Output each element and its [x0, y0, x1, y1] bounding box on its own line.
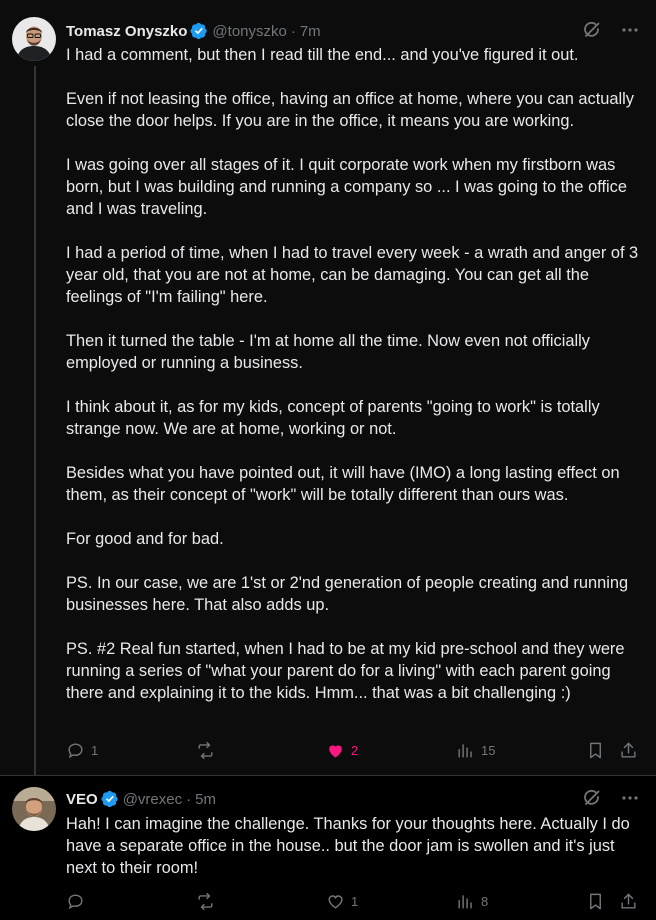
views-button[interactable]: 8 [456, 892, 516, 911]
timestamp[interactable]: 7m [300, 23, 321, 40]
tweet-extra-actions [586, 741, 638, 760]
like-button[interactable]: 1 [326, 892, 386, 911]
share-icon[interactable] [619, 892, 638, 911]
views-count: 8 [481, 893, 489, 909]
tweet-header: VEO @vrexec · 5m [66, 787, 586, 811]
share-icon[interactable] [619, 741, 638, 760]
repost-icon [198, 892, 213, 910]
bookmark-icon[interactable] [586, 741, 605, 760]
repost-button[interactable] [196, 741, 256, 760]
tweet-top-actions [582, 20, 640, 40]
tweet-1[interactable]: Tomasz Onyszko @tonyszko · 7m I had a co… [0, 0, 656, 788]
author-name[interactable]: VEO [66, 791, 98, 808]
like-count: 1 [351, 893, 359, 909]
verified-badge-icon [101, 790, 119, 808]
timestamp[interactable]: 5m [195, 791, 216, 808]
more-icon[interactable] [620, 788, 640, 808]
tweet-header: Tomasz Onyszko @tonyszko · 7m [66, 19, 586, 43]
reply-icon [68, 893, 83, 909]
avatar[interactable] [12, 787, 56, 831]
tweet-paragraph: I had a period of time, when I had to tr… [66, 244, 643, 306]
tweet-paragraph: For good and for bad. [66, 530, 224, 548]
separator-dot: · [186, 790, 192, 808]
author-handle[interactable]: @vrexec [123, 791, 182, 808]
repost-icon [198, 741, 213, 759]
tweet-paragraph: PS. In our case, we are 1'st or 2'nd gen… [66, 574, 633, 614]
tweet-paragraph: Then it turned the table - I'm at home a… [66, 332, 595, 372]
more-icon[interactable] [620, 20, 640, 40]
views-button[interactable]: 15 [456, 741, 516, 760]
tweet-body: Hah! I can imagine the challenge. Thanks… [66, 813, 642, 879]
bookmark-icon[interactable] [586, 892, 605, 911]
grok-icon[interactable] [582, 20, 602, 40]
reply-button[interactable]: 1 [66, 741, 126, 760]
like-count: 2 [351, 742, 359, 758]
tweet-actions: 1 2 15 [66, 738, 638, 762]
views-icon [458, 743, 472, 758]
tweet-actions: 1 8 [66, 889, 638, 913]
tweet-paragraph: I was going over all stages of it. I qui… [66, 156, 632, 218]
views-count: 15 [481, 742, 496, 758]
tweet-body: I had a comment, but then I read till th… [66, 44, 642, 704]
author-handle[interactable]: @tonyszko [212, 23, 286, 40]
avatar[interactable] [12, 17, 56, 61]
author-name[interactable]: Tomasz Onyszko [66, 23, 187, 40]
tweet-paragraph: Besides what you have pointed out, it wi… [66, 464, 625, 504]
tweet-extra-actions [586, 892, 638, 911]
grok-icon[interactable] [582, 788, 602, 808]
tweet-paragraph: Even if not leasing the office, having a… [66, 90, 639, 130]
thread-connector-line [34, 66, 36, 788]
separator-dot: · [290, 22, 296, 40]
views-icon [458, 894, 472, 909]
tweet-paragraph: I had a comment, but then I read till th… [66, 46, 579, 64]
tweet-paragraph: I think about it, as for my kids, concep… [66, 398, 605, 438]
repost-button[interactable] [196, 892, 256, 911]
tweet-top-actions [582, 788, 640, 808]
like-icon [329, 744, 342, 758]
reply-count: 1 [91, 742, 99, 758]
tweet-paragraph: Hah! I can imagine the challenge. Thanks… [66, 815, 635, 877]
like-icon [328, 894, 343, 909]
reply-button[interactable] [66, 892, 126, 911]
verified-badge-icon [190, 22, 208, 40]
tweet-paragraph: PS. #2 Real fun started, when I had to b… [66, 640, 630, 702]
reply-icon [68, 742, 83, 758]
like-button[interactable]: 2 [326, 741, 386, 760]
tweet-2[interactable]: VEO @vrexec · 5m Hah! I can imagine the … [0, 775, 656, 920]
